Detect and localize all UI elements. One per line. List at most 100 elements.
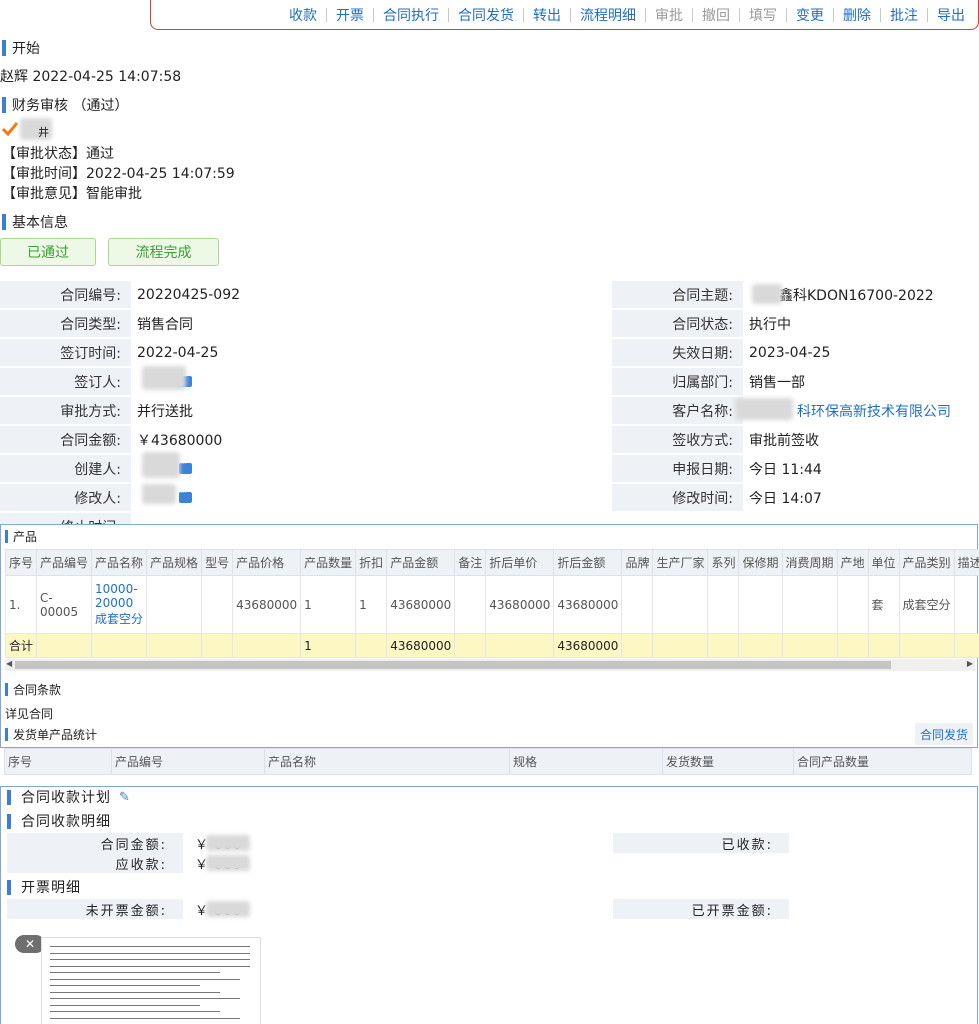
sum-empty: [867, 633, 900, 658]
info-value: 并行送批: [137, 403, 193, 420]
invoiced-label: 已开票金额:: [613, 899, 789, 919]
scroll-right-icon[interactable]: ▶: [967, 659, 973, 668]
info-value: 审批前签收: [749, 432, 819, 449]
doc-line: [50, 1017, 240, 1019]
sum-empty: [36, 633, 93, 658]
product-panel-title: 产品: [13, 530, 38, 544]
toolbar-button-12[interactable]: 导出: [928, 5, 974, 25]
toolbar-button-8[interactable]: 填写: [740, 5, 786, 25]
shipment-table-header: 序号 产品编号 产品名称 规格 发货数量 合同产品数量: [4, 748, 972, 775]
doc-line: [50, 985, 200, 986]
column-header: 合同产品数量: [793, 748, 972, 775]
column-header: 产品编号: [36, 549, 93, 576]
info-label: 创建人:: [0, 455, 131, 482]
sum-empty: [201, 633, 234, 658]
info-row-left: 审批方式: 并行送批: [0, 396, 331, 425]
horizontal-scrollbar[interactable]: ◀ ▶: [5, 659, 975, 671]
info-value: 销售一部: [749, 374, 805, 391]
chat-icon[interactable]: [179, 488, 192, 503]
approval-status: 【审批状态】通过: [2, 146, 114, 162]
doc-line: [50, 965, 250, 967]
cell-unit-price-after: 43680000: [485, 575, 555, 634]
info-row-left: 合同类型: 销售合同: [0, 309, 331, 338]
sum-qty: 1: [300, 633, 357, 658]
info-row-right: 客户名称: 科环保高新技术有限公司: [612, 396, 979, 425]
toolbar-button-1[interactable]: 开票: [327, 5, 373, 25]
toolbar-button-4[interactable]: 转出: [524, 5, 570, 25]
column-header: 产品编号: [111, 748, 265, 775]
info-row-right: 修改时间: 今日 14:07: [612, 483, 979, 512]
info-value: 今日 11:44: [749, 461, 822, 478]
sum-empty: [836, 633, 869, 658]
cell-spec: [146, 575, 203, 634]
status-badge-passed: 已通过: [0, 238, 96, 266]
received-row: 已收款:: [613, 833, 789, 853]
column-header: 单位: [867, 549, 900, 576]
product-table: 序号 产品编号 产品名称 产品规格 型号 产品价格 产品数量 折扣 产品金额 备注 折后单价 折后金额…: [4, 549, 979, 658]
toolbar-button-9[interactable]: 变更: [787, 5, 833, 25]
doc-line: [50, 991, 220, 993]
attachment-thumbnail[interactable]: [41, 937, 261, 1024]
scrollbar-thumb[interactable]: [15, 661, 891, 669]
info-label: 签订人:: [0, 368, 131, 395]
info-label: 合同主题:: [612, 281, 743, 308]
cell-index: 1.: [4, 575, 38, 634]
start-info: 赵辉 2022-04-25 14:07:58: [0, 69, 182, 85]
info-label: 客户名称:: [612, 397, 743, 424]
cell-category: 成套空分: [898, 575, 955, 634]
column-header: 产品数量: [300, 549, 357, 576]
info-value: 今日 14:07: [749, 490, 822, 507]
contract-ship-button[interactable]: 合同发货: [915, 723, 973, 745]
column-header: 产品金额: [386, 549, 456, 576]
product-panel: 产品 序号 产品编号 产品名称 产品规格 型号 产品价格 产品数量 折扣 产品金额 备注 折后单价折…: [0, 524, 979, 748]
column-header: 折后金额: [553, 549, 623, 576]
cell-amount: 43680000: [386, 575, 456, 634]
toolbar-button-7[interactable]: 撤回: [693, 5, 739, 25]
info-label: 失效日期:: [612, 339, 743, 366]
section-bar: [7, 813, 11, 829]
column-header: 生产厂家: [652, 549, 709, 576]
toolbar-button-6[interactable]: 审批: [646, 5, 692, 25]
column-header: 序号: [4, 748, 112, 775]
blurred-signer: [142, 366, 186, 390]
section-bar: [2, 40, 6, 56]
column-header: 消费周期: [781, 549, 838, 576]
cell-amount-after: 43680000: [553, 575, 623, 634]
scroll-left-icon[interactable]: ◀: [6, 659, 12, 668]
doc-line: [50, 978, 240, 980]
table-row: 1. C-00005 10000-20000成套空分 43680000 1 1 …: [4, 575, 979, 634]
section-finance-title: 财务审核 （通过）: [12, 98, 129, 114]
cell-note: [454, 575, 487, 634]
info-value: 2022-04-25: [137, 344, 219, 361]
chat-icon[interactable]: [179, 459, 192, 474]
info-row-right: 失效日期: 2023-04-25: [612, 338, 979, 367]
info-label: 签收方式:: [612, 426, 743, 453]
section-bar: [5, 683, 8, 696]
doc-line: [50, 1011, 220, 1012]
cell-warranty: [738, 575, 783, 634]
edit-icon[interactable]: ✎: [119, 790, 131, 805]
info-value: ￥43680000: [137, 432, 223, 449]
shipment-table: 序号 产品编号 产品名称 规格 发货数量 合同产品数量: [4, 748, 972, 775]
product-panel-header: 产品: [5, 528, 37, 545]
toolbar-button-3[interactable]: 合同发货: [449, 5, 523, 25]
doc-line: [50, 946, 250, 947]
toolbar-button-0[interactable]: 收款: [280, 5, 326, 25]
status-badge-done: 流程完成: [108, 238, 219, 266]
column-header: 品牌: [621, 549, 654, 576]
invoiced-row: 已开票金额:: [613, 899, 789, 919]
product-name-link[interactable]: 10000-20000成套空分: [91, 575, 148, 634]
cell-cycle: [781, 575, 838, 634]
column-header: 备注: [454, 549, 487, 576]
cell-price: 43680000: [232, 575, 302, 634]
column-header: 系列: [707, 549, 740, 576]
toolbar-button-11[interactable]: 批注: [881, 5, 927, 25]
column-header: 描述: [953, 549, 979, 576]
toolbar-button-10[interactable]: 删除: [834, 5, 880, 25]
toolbar-button-5[interactable]: 流程明细: [571, 5, 645, 25]
sum-empty: [485, 633, 555, 658]
sum-empty: [454, 633, 487, 658]
info-value: 20220425-092: [137, 286, 241, 303]
sum-empty: [146, 633, 203, 658]
toolbar-button-2[interactable]: 合同执行: [374, 5, 448, 25]
